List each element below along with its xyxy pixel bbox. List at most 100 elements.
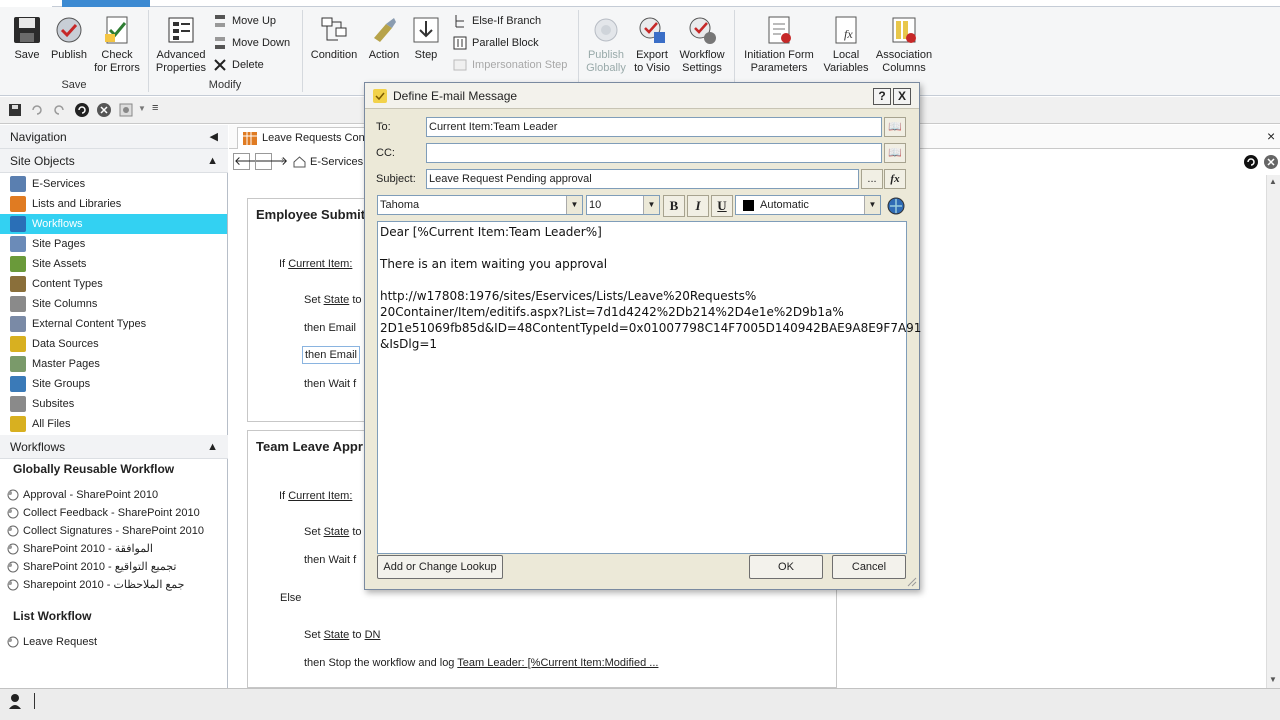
sidebar-item-workflows[interactable]: Workflows: [0, 214, 227, 234]
sidebar-item-e-services[interactable]: E-Services: [8, 174, 226, 194]
italic-button[interactable]: I: [687, 195, 709, 217]
customize-qat-icon[interactable]: ≡: [152, 102, 158, 114]
advanced-properties-button[interactable]: Advanced Properties: [154, 14, 208, 75]
condition-field-link[interactable]: Current Item:: [288, 490, 352, 502]
action-line-selected[interactable]: then Email: [302, 346, 360, 364]
condition-button[interactable]: Condition: [306, 14, 362, 62]
workflow-list-item[interactable]: Collect Feedback - SharePoint 2010: [5, 504, 200, 522]
stop-icon[interactable]: [96, 102, 112, 118]
insert-hyperlink-icon[interactable]: [886, 196, 906, 216]
move-up-button[interactable]: Move Up: [212, 12, 276, 30]
subject-browse-button[interactable]: ...: [861, 169, 883, 189]
save-icon[interactable]: [8, 103, 22, 117]
underline-button[interactable]: U: [711, 195, 733, 217]
help-icon[interactable]: [1243, 154, 1259, 170]
sidebar-item-site-assets[interactable]: Site Assets: [8, 254, 226, 274]
association-columns-button[interactable]: Association Columns: [872, 14, 936, 75]
dialog-help-button[interactable]: ?: [873, 88, 891, 105]
move-down-button[interactable]: Move Down: [212, 34, 290, 52]
forward-button[interactable]: 🡒: [255, 153, 288, 170]
ok-button[interactable]: OK: [749, 555, 823, 579]
dropdown-arrow-icon[interactable]: ▼: [566, 196, 582, 214]
workflow-list-item[interactable]: Approval - SharePoint 2010: [5, 486, 158, 504]
else-if-branch-button[interactable]: Else-If Branch: [452, 12, 541, 30]
back-button[interactable]: 🡐: [233, 153, 266, 170]
add-change-lookup-button[interactable]: Add or Change Lookup: [377, 555, 503, 579]
redo-icon[interactable]: [52, 103, 66, 117]
condition-line[interactable]: If Current Item:: [279, 490, 352, 502]
impersonation-step-button[interactable]: Impersonation Step: [452, 56, 567, 74]
font-size-select[interactable]: 10 ▼: [586, 195, 660, 215]
to-field[interactable]: Current Item:Team Leader: [426, 117, 882, 137]
export-to-visio-button[interactable]: Export to Visio: [630, 14, 674, 75]
save-button[interactable]: Save: [8, 14, 46, 62]
workflow-settings-button[interactable]: Workflow Settings: [676, 14, 728, 75]
dialog-title-bar[interactable]: Define E-mail Message ? X: [365, 83, 919, 109]
action-line[interactable]: then Email: [304, 322, 356, 334]
dropdown-arrow-icon[interactable]: ▼: [864, 196, 880, 214]
field-link[interactable]: State: [324, 526, 350, 538]
sidebar-item-site-columns[interactable]: Site Columns: [8, 294, 226, 314]
action-line[interactable]: Set State to: [304, 526, 362, 538]
publish-button[interactable]: Publish: [48, 14, 90, 62]
action-line[interactable]: Set State to DN: [304, 629, 380, 641]
workflow-list-item[interactable]: SharePoint 2010 - تجميع التواقيع: [5, 558, 176, 576]
dialog-close-button[interactable]: X: [893, 88, 911, 105]
site-objects-header[interactable]: Site Objects ▲: [0, 149, 228, 173]
condition-field-link[interactable]: Current Item:: [288, 258, 352, 270]
action-line[interactable]: then Wait f: [304, 378, 356, 390]
workflow-list-item[interactable]: Sharepoint 2010 - جمع الملاحظات: [5, 576, 184, 594]
sidebar-item-external-content-types[interactable]: External Content Types: [8, 314, 226, 334]
condition-line[interactable]: If Current Item:: [279, 258, 352, 270]
scroll-up-icon[interactable]: ▲: [1269, 177, 1277, 186]
dropdown-arrow-icon[interactable]: ▼: [643, 196, 659, 214]
sidebar-item-data-sources[interactable]: Data Sources: [8, 334, 226, 354]
sidebar-item-subsites[interactable]: Subsites: [8, 394, 226, 414]
field-link[interactable]: State: [324, 629, 350, 641]
address-book-button[interactable]: 📖: [884, 143, 906, 163]
delete-button[interactable]: Delete: [212, 56, 264, 74]
action-line[interactable]: Set State to: [304, 294, 362, 306]
else-branch[interactable]: Else: [280, 592, 301, 604]
dropdown-arrow-icon[interactable]: ▼: [138, 104, 146, 113]
workflows-header[interactable]: Workflows ▲: [0, 435, 228, 459]
action-button[interactable]: Action: [364, 14, 404, 62]
scroll-down-icon[interactable]: ▼: [1269, 675, 1277, 684]
refresh-icon[interactable]: [74, 102, 90, 118]
address-book-button[interactable]: 📖: [884, 117, 906, 137]
resize-grip-icon[interactable]: [905, 575, 917, 587]
bold-button[interactable]: B: [663, 195, 685, 217]
step-title[interactable]: Employee Submit: [256, 207, 365, 222]
value-link[interactable]: DN: [365, 629, 381, 641]
document-tab[interactable]: Leave Requests Con: [237, 127, 367, 149]
subject-field[interactable]: Leave Request Pending approval: [426, 169, 859, 189]
check-errors-button[interactable]: Check for Errors: [92, 14, 142, 75]
cc-field[interactable]: [426, 143, 882, 163]
vertical-scrollbar[interactable]: ▲ ▼: [1266, 175, 1280, 688]
step-button[interactable]: Step: [406, 14, 446, 62]
tab-file[interactable]: [0, 0, 52, 7]
chevron-up-icon[interactable]: ▲: [207, 435, 218, 459]
action-line[interactable]: then Wait f: [304, 554, 356, 566]
list-workflow-item[interactable]: Leave Request: [5, 633, 97, 651]
preview-icon[interactable]: [118, 102, 134, 118]
step-title[interactable]: Team Leave Appr: [256, 439, 363, 454]
formula-button[interactable]: fx: [884, 169, 906, 189]
sidebar-item-site-groups[interactable]: Site Groups: [8, 374, 226, 394]
sidebar-item-site-pages[interactable]: Site Pages: [8, 234, 226, 254]
sidebar-item-content-types[interactable]: Content Types: [8, 274, 226, 294]
chevron-up-icon[interactable]: ▲: [207, 149, 218, 173]
workflow-list-item[interactable]: SharePoint 2010 - الموافقة: [5, 540, 153, 558]
cancel-button[interactable]: Cancel: [832, 555, 906, 579]
parallel-block-button[interactable]: Parallel Block: [452, 34, 539, 52]
close-tab-icon[interactable]: ×: [1267, 128, 1275, 144]
breadcrumb[interactable]: E-Services: [310, 156, 363, 168]
font-color-select[interactable]: Automatic ▼: [735, 195, 881, 215]
sidebar-item-lists-and-libraries[interactable]: Lists and Libraries: [8, 194, 226, 214]
workflow-list-item[interactable]: Collect Signatures - SharePoint 2010: [5, 522, 204, 540]
font-select[interactable]: Tahoma ▼: [377, 195, 583, 215]
log-message-link[interactable]: Team Leader: [%Current Item:Modified ...: [457, 657, 658, 669]
collapse-pane-icon[interactable]: ◀: [210, 125, 218, 149]
initiation-form-parameters-button[interactable]: Initiation Form Parameters: [738, 14, 820, 75]
local-variables-button[interactable]: fx Local Variables: [820, 14, 872, 75]
